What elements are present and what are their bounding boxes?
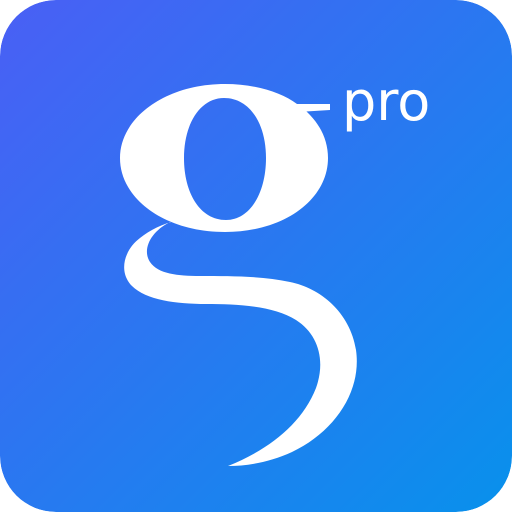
app-icon-graphic: pro bbox=[0, 0, 512, 512]
icon-background bbox=[0, 0, 512, 512]
app-icon: pro bbox=[0, 0, 512, 512]
pro-badge-text: pro bbox=[342, 70, 430, 133]
